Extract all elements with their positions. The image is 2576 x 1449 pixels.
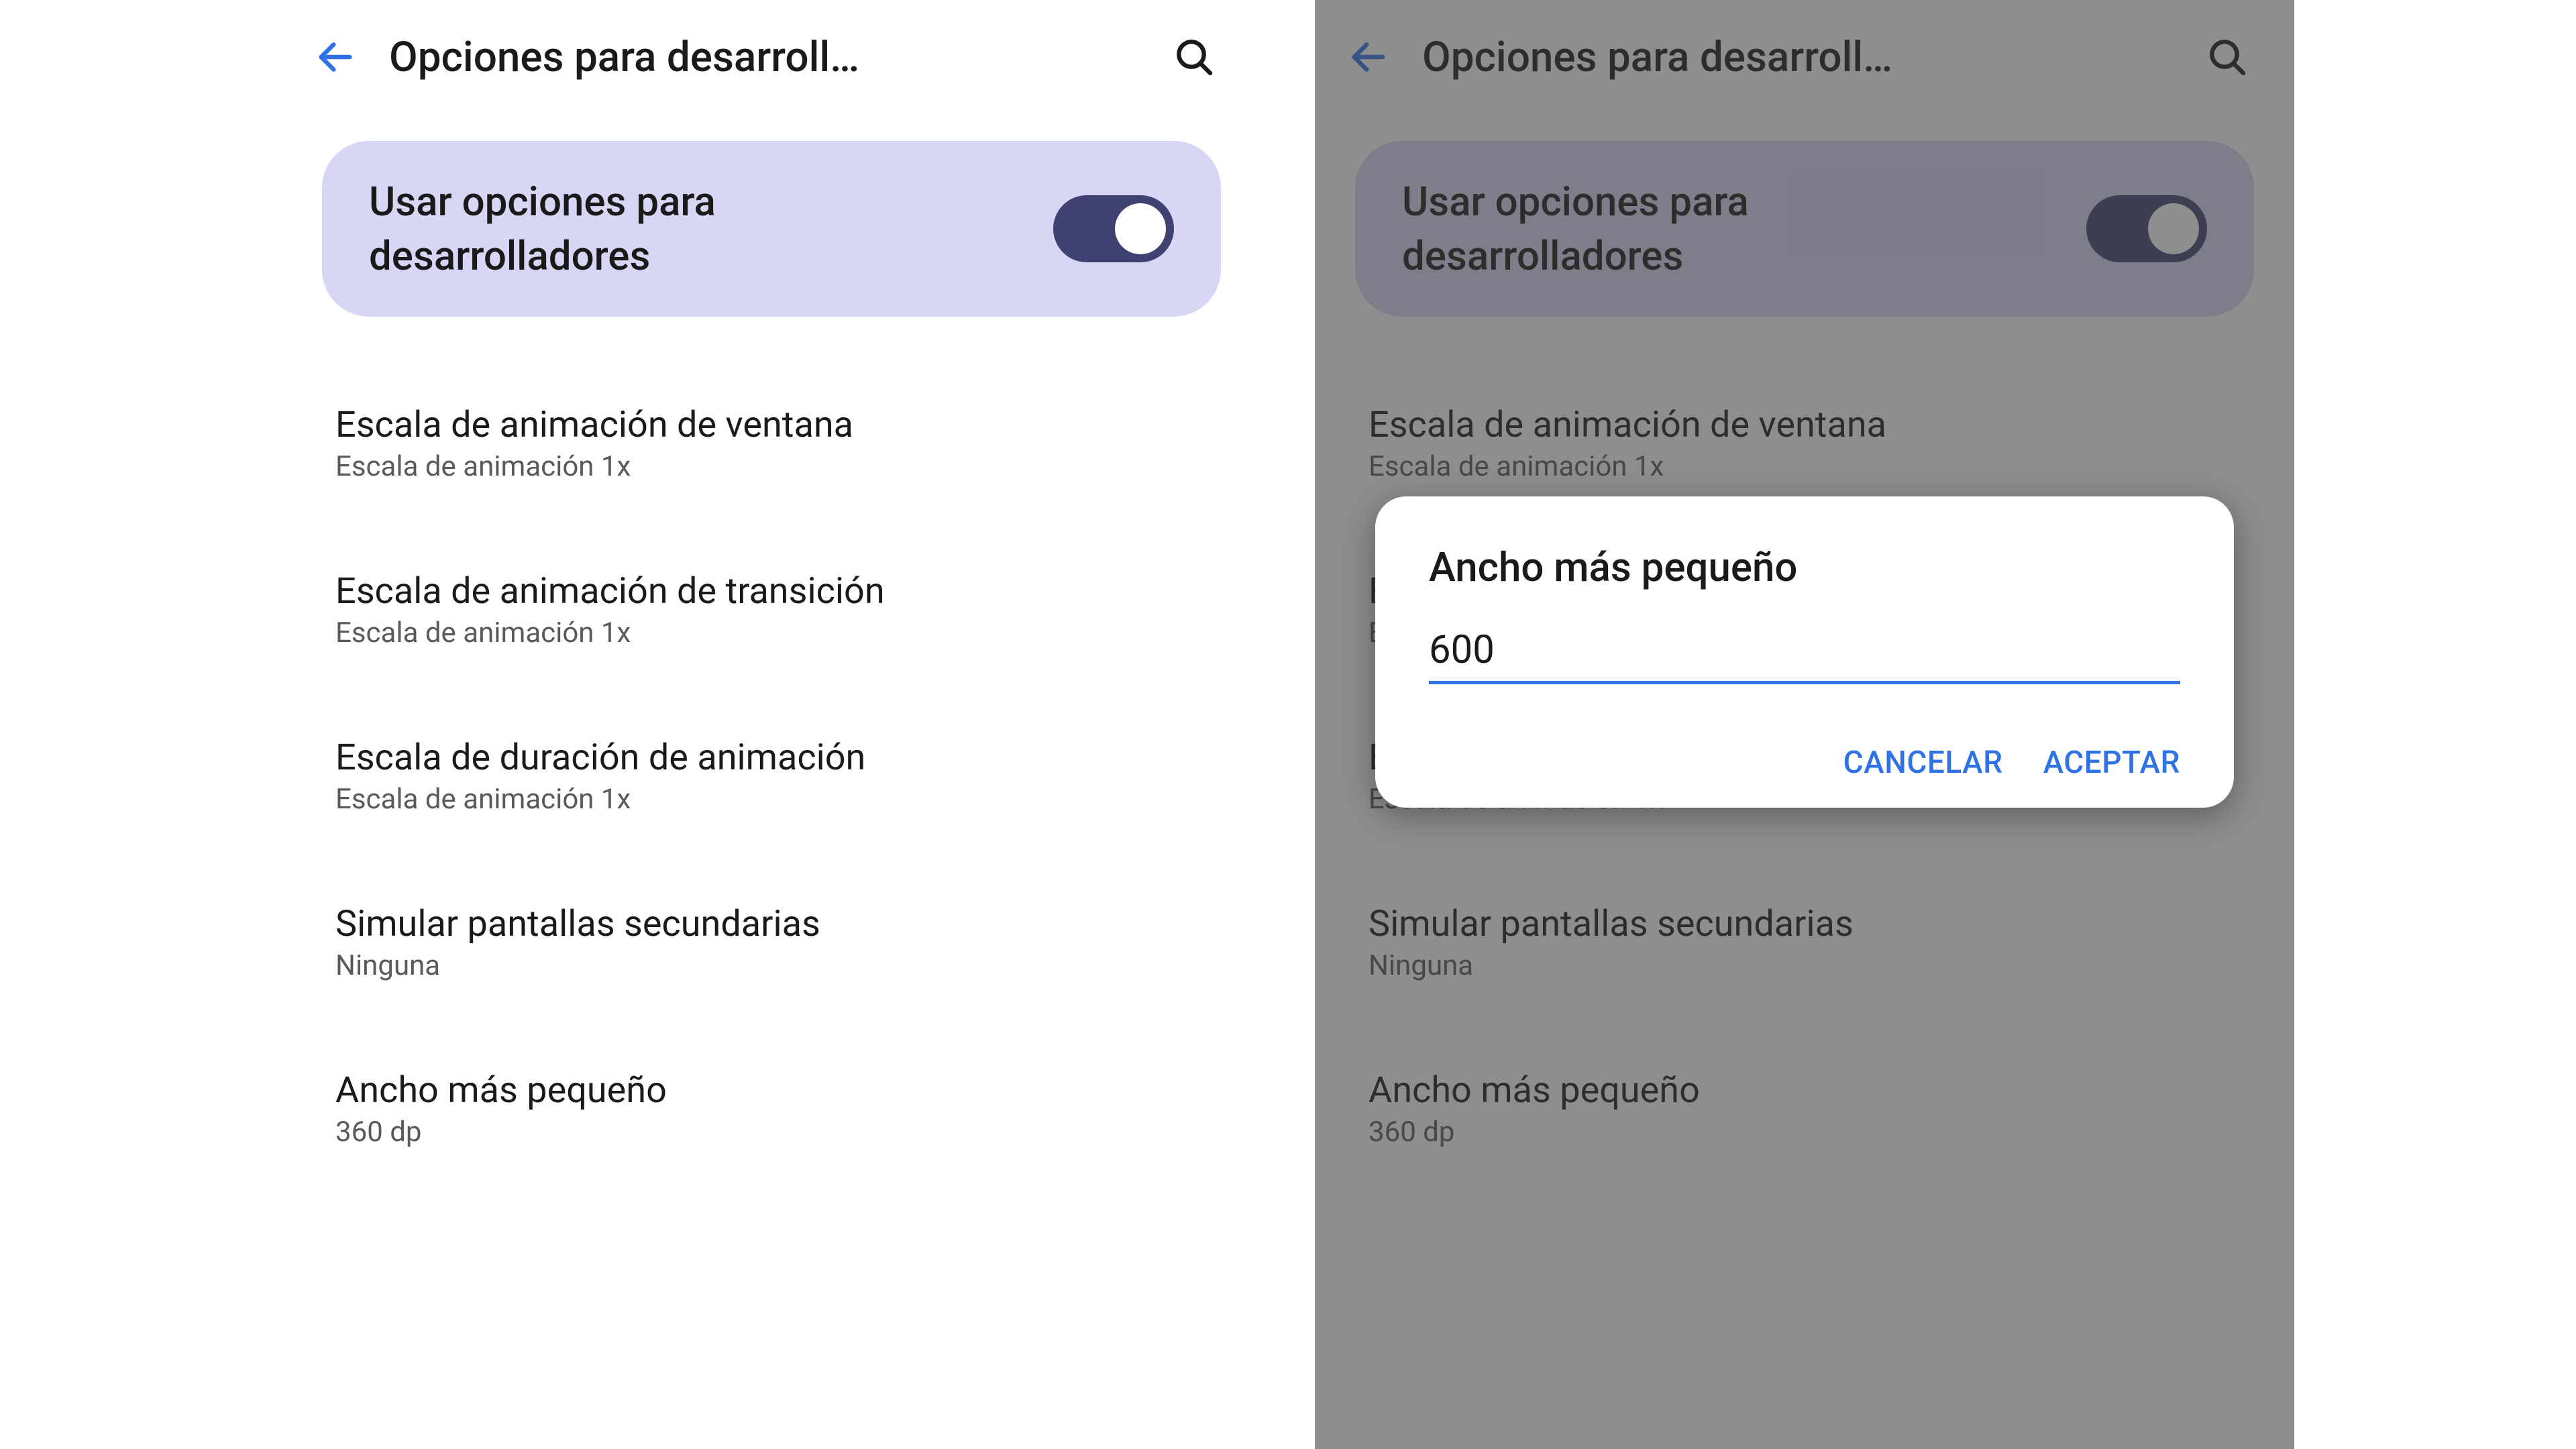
developer-options-master-toggle[interactable]: Usar opciones para desarrolladores <box>1355 141 2254 317</box>
setting-title: Simular pantallas secundarias <box>1368 903 2241 945</box>
setting-title: Ancho más pequeño <box>335 1069 1208 1112</box>
screenshot-right: Opciones para desarroll… Usar opciones p… <box>1315 0 2294 1449</box>
settings-content: Usar opciones para desarrolladores Escal… <box>282 114 1261 1175</box>
setting-subtitle: Escala de animación 1x <box>335 616 1208 649</box>
setting-subtitle: Escala de animación 1x <box>335 450 1208 483</box>
master-toggle-label: Usar opciones para desarrolladores <box>1402 174 2006 283</box>
setting-title: Ancho más pequeño <box>1368 1069 2241 1112</box>
toggle-switch-on[interactable] <box>1053 195 1174 262</box>
setting-window-animation-scale[interactable]: Escala de animación de ventana Escala de… <box>1355 377 2254 510</box>
setting-title: Escala de animación de ventana <box>335 404 1208 446</box>
setting-smallest-width[interactable]: Ancho más pequeño 360 dp <box>1355 1042 2254 1175</box>
search-icon[interactable] <box>1154 17 1234 97</box>
accept-button[interactable]: ACEPTAR <box>2043 745 2180 781</box>
setting-window-animation-scale[interactable]: Escala de animación de ventana Escala de… <box>322 377 1221 510</box>
setting-animator-duration-scale[interactable]: Escala de duración de animación Escala d… <box>322 710 1221 843</box>
setting-title: Escala de duración de animación <box>335 737 1208 779</box>
setting-smallest-width[interactable]: Ancho más pequeño 360 dp <box>322 1042 1221 1175</box>
setting-subtitle: Escala de animación 1x <box>1368 450 2241 483</box>
setting-subtitle: Escala de animación 1x <box>335 783 1208 816</box>
switch-knob <box>2148 203 2199 254</box>
setting-title: Simular pantallas secundarias <box>335 903 1208 945</box>
app-bar: Opciones para desarroll… <box>282 0 1261 114</box>
setting-transition-animation-scale[interactable]: Escala de animación de transición Escala… <box>322 543 1221 676</box>
switch-knob <box>1115 203 1166 254</box>
setting-subtitle: 360 dp <box>1368 1116 2241 1148</box>
master-toggle-label: Usar opciones para desarrolladores <box>369 174 973 283</box>
app-bar: Opciones para desarroll… <box>1315 0 2294 114</box>
screenshot-divider <box>1261 0 1315 1449</box>
toggle-switch-on[interactable] <box>2086 195 2207 262</box>
setting-title: Escala de animación de ventana <box>1368 404 2241 446</box>
smallest-width-dialog: Ancho más pequeño CANCELAR ACEPTAR <box>1375 496 2234 808</box>
setting-subtitle: Ninguna <box>335 949 1208 982</box>
dialog-actions: CANCELAR ACEPTAR <box>1429 745 2180 781</box>
smallest-width-input[interactable] <box>1429 625 2180 684</box>
setting-simulate-secondary-displays[interactable]: Simular pantallas secundarias Ninguna <box>1355 876 2254 1009</box>
setting-subtitle: 360 dp <box>335 1116 1208 1148</box>
developer-options-master-toggle[interactable]: Usar opciones para desarrolladores <box>322 141 1221 317</box>
setting-subtitle: Ninguna <box>1368 949 2241 982</box>
back-arrow-icon[interactable] <box>295 17 376 97</box>
page-title: Opciones para desarroll… <box>382 33 1147 82</box>
screenshot-left: Opciones para desarroll… Usar opciones p… <box>282 0 1261 1449</box>
search-icon[interactable] <box>2187 17 2267 97</box>
back-arrow-icon[interactable] <box>1328 17 1409 97</box>
cancel-button[interactable]: CANCELAR <box>1843 745 2003 781</box>
dialog-title: Ancho más pequeño <box>1429 543 2180 591</box>
setting-title: Escala de animación de transición <box>335 570 1208 612</box>
page-title: Opciones para desarroll… <box>1415 33 2180 82</box>
setting-simulate-secondary-displays[interactable]: Simular pantallas secundarias Ninguna <box>322 876 1221 1009</box>
